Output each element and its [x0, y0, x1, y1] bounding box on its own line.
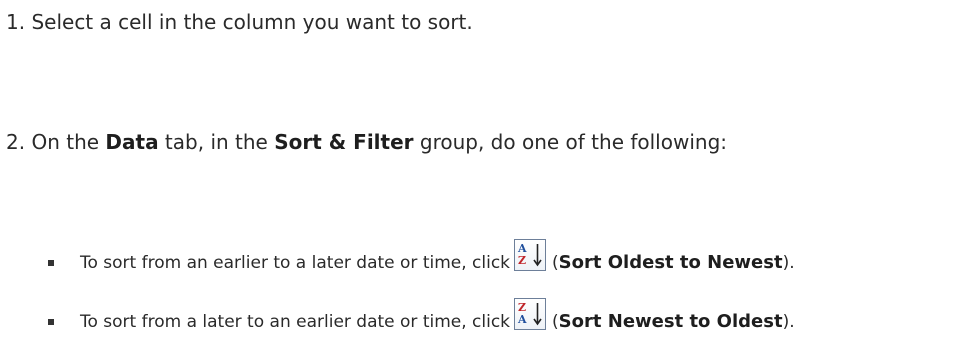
icon-letter-bottom: Z [518, 254, 527, 267]
paren-open: ( [552, 312, 559, 332]
paren-close: ). [782, 253, 795, 273]
step-number: 1. [6, 10, 26, 34]
step-text-mid: tab, in the [158, 130, 275, 154]
paren-close: ). [782, 312, 795, 332]
bullet-sort-newest: To sort from a later to an earlier date … [48, 298, 795, 338]
bullet-icon [48, 260, 54, 266]
bullet-text: To sort from a later to an earlier date … [80, 312, 511, 332]
bullet-icon [48, 319, 54, 325]
step-text-post: group, do one of the following: [413, 130, 728, 154]
sort-filter-group-name: Sort & Filter [274, 130, 414, 154]
data-tab-name: Data [105, 130, 159, 154]
bullet-sort-oldest: To sort from an earlier to a later date … [48, 239, 795, 279]
command-name: Sort Newest to Oldest [558, 311, 783, 332]
sort-a-to-z-icon: A Z [514, 239, 547, 271]
step-text: Select a cell in the column you want to … [31, 10, 473, 34]
paren-open: ( [552, 253, 559, 273]
arrow-down-icon [533, 303, 542, 326]
sort-z-to-a-icon: Z A [514, 298, 547, 330]
icon-letter-top: Z [518, 301, 527, 314]
step-2: 2. On the Data tab, in the Sort & Filter… [6, 128, 727, 156]
icon-letter-top: A [518, 242, 527, 255]
step-number: 2. [6, 130, 26, 154]
icon-letter-bottom: A [518, 313, 527, 326]
step-text-pre: On the [31, 130, 106, 154]
step-1: 1. Select a cell in the column you want … [6, 8, 473, 36]
command-name: Sort Oldest to Newest [558, 252, 783, 273]
bullet-text: To sort from an earlier to a later date … [80, 253, 511, 273]
arrow-down-icon [533, 244, 542, 267]
